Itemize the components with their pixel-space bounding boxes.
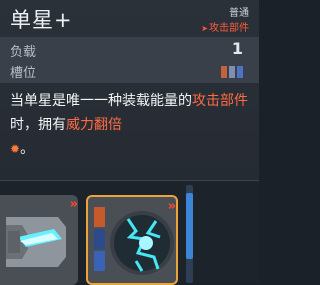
description-text: 当单星是唯一一种装载能量的 xyxy=(10,93,192,109)
slot-segment xyxy=(237,66,243,78)
item-title: 单星+ xyxy=(10,8,73,32)
spark-icon: ✹ xyxy=(10,142,21,156)
item-description: 当单星是唯一一种装载能量的攻击部件时，拥有威力翻倍 ✹。 xyxy=(10,89,250,161)
load-label: 负载 xyxy=(10,45,37,60)
cracked-orb-icon xyxy=(110,211,174,275)
slot-segment xyxy=(229,66,235,78)
cyan-crystal-icon xyxy=(6,217,66,267)
inventory-card[interactable]: » xyxy=(0,195,78,285)
slot-label: 槽位 xyxy=(10,66,37,81)
item-category-label: 攻击部件 xyxy=(209,23,249,34)
inventory-card-selected[interactable]: » xyxy=(86,195,178,285)
item-tooltip: 单星+ 普通 ➤攻击部件 负载 1 槽位 当单星是唯一一种装载能量的攻击部件时，… xyxy=(0,0,259,181)
description-text: 时，拥有 xyxy=(10,117,66,133)
item-rarity: 普通 xyxy=(229,8,249,19)
item-category: ➤攻击部件 xyxy=(201,19,249,34)
slot-icon xyxy=(221,66,243,78)
inventory-panel: » » xyxy=(0,181,259,285)
scrollbar[interactable] xyxy=(186,185,193,283)
double-power-keyword: 威力翻倍 xyxy=(66,117,122,133)
attack-part-keyword: 攻击部件 xyxy=(192,93,248,109)
arrow-icon: ➤ xyxy=(201,24,208,33)
scrollbar-thumb[interactable] xyxy=(186,193,193,259)
description-text: 。 xyxy=(20,141,35,157)
load-value: 1 xyxy=(231,39,243,58)
stats-panel: 负载 1 槽位 xyxy=(0,37,259,83)
slot-segment xyxy=(221,66,227,78)
